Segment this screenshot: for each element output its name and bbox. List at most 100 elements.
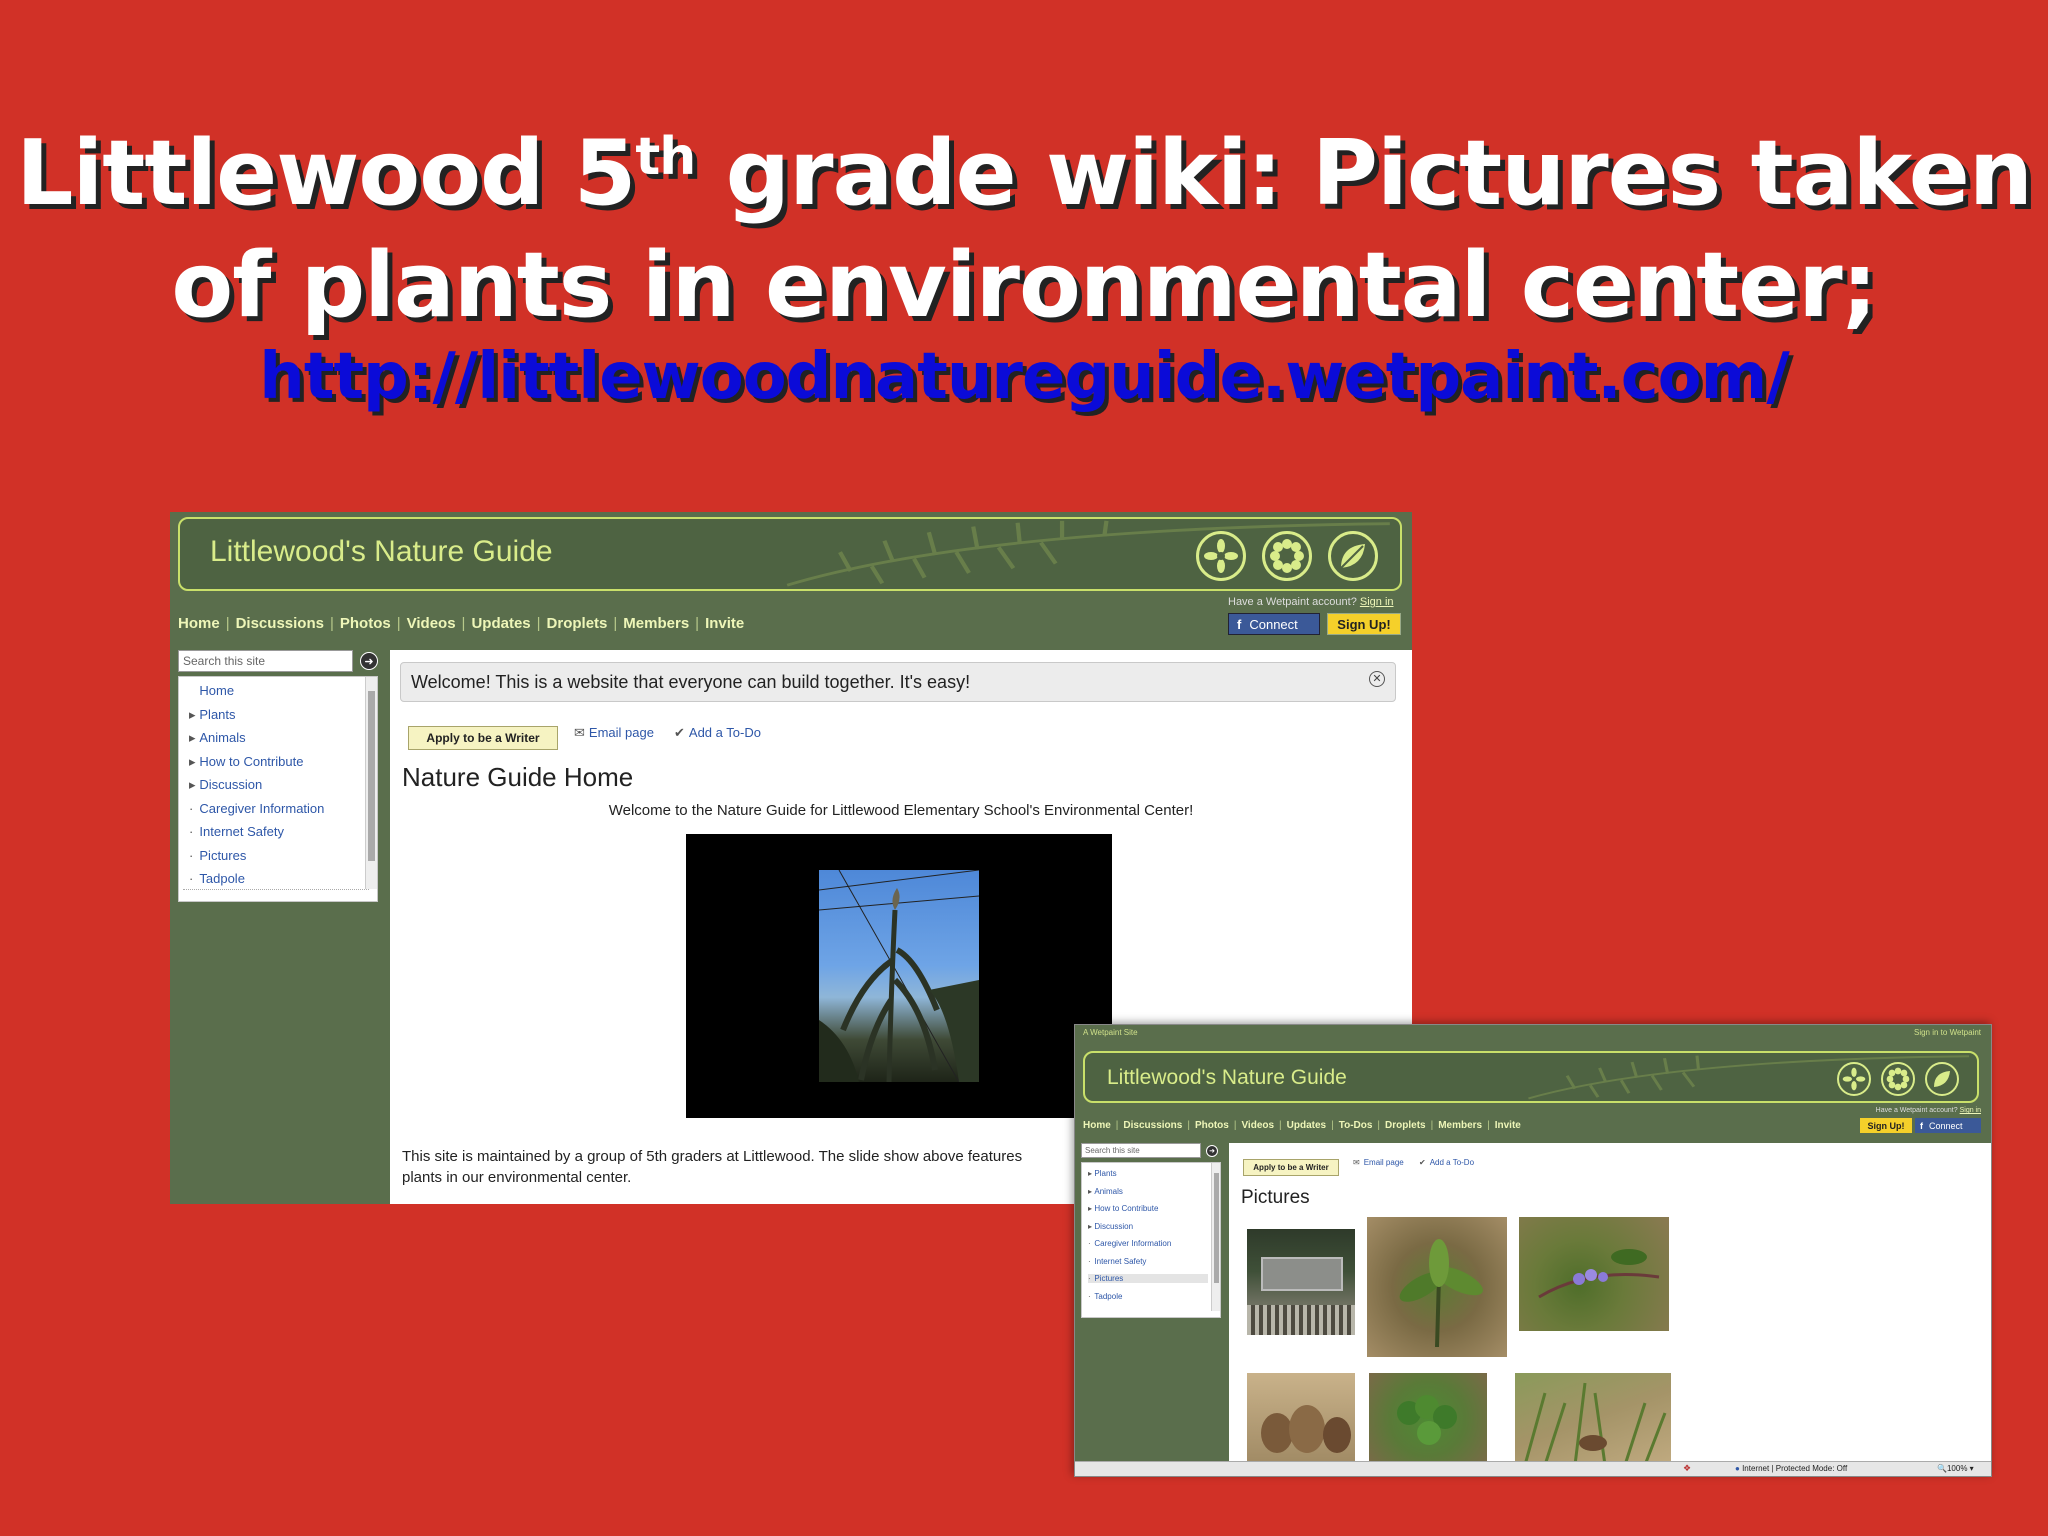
search-input[interactable]: Search this site xyxy=(178,650,353,672)
checkmark-icon: ✔ xyxy=(674,725,685,740)
page-title: Nature Guide Home xyxy=(402,762,634,792)
sign-up-button[interactable]: Sign Up! xyxy=(1327,613,1401,635)
search-go-icon[interactable]: ➜ xyxy=(360,652,378,670)
nav-droplets[interactable]: Droplets xyxy=(1385,1120,1426,1131)
photo-thumbnail-grass[interactable] xyxy=(1515,1373,1671,1465)
nav-home[interactable]: Home xyxy=(1083,1120,1111,1131)
nav-discussions[interactable]: Discussions xyxy=(236,615,324,632)
sidebar-item-animals[interactable]: ▸ Animals xyxy=(1088,1187,1123,1196)
sidebar-item-caregiver-information[interactable]: · Caregiver Information xyxy=(1088,1239,1171,1248)
security-zone[interactable]: ● Internet | Protected Mode: Off xyxy=(1735,1464,1847,1473)
scroll-thumb[interactable] xyxy=(1214,1173,1219,1283)
nav-photos[interactable]: Photos xyxy=(1195,1120,1229,1131)
sidebar-item-internet-safety[interactable]: · Internet Safety xyxy=(189,824,284,839)
flower-badge-icon xyxy=(1837,1062,1871,1096)
sign-in-link[interactable]: Sign in xyxy=(1960,1107,1981,1114)
flower-badge-icon xyxy=(1196,531,1246,581)
sidebar-scrollbar[interactable] xyxy=(365,677,377,889)
nav-videos[interactable]: Videos xyxy=(1241,1120,1274,1131)
add-todo-link[interactable]: ✔ Add a To-Do xyxy=(674,725,761,741)
sidebar-item-caregiver-information[interactable]: · Caregiver Information xyxy=(189,801,324,816)
nav-to-dos[interactable]: To-Dos xyxy=(1339,1120,1373,1131)
globe-icon: ● xyxy=(1735,1464,1740,1473)
nav-members[interactable]: Members xyxy=(623,615,689,632)
scroll-thumb[interactable] xyxy=(368,691,375,861)
main-nav: Home | Discussions | Photos | Videos | Updates | D… xyxy=(178,615,744,632)
main-nav: Home | Discussions | Photos | Videos | Updates | T… xyxy=(1083,1120,1521,1131)
site-title[interactable]: Littlewood's Nature Guide xyxy=(1107,1066,1347,1090)
sidebar-item-animals[interactable]: ▸ Animals xyxy=(189,730,246,746)
nav-invite[interactable]: Invite xyxy=(1495,1120,1521,1131)
nav-separator: | xyxy=(225,615,230,632)
sidebar-item-plants[interactable]: ▸ Plants xyxy=(189,707,236,723)
envelope-icon: ✉ xyxy=(574,725,585,740)
nav-members[interactable]: Members xyxy=(1438,1120,1482,1131)
nav-separator: | xyxy=(536,615,541,632)
photo-thumbnail-clover[interactable] xyxy=(1369,1373,1487,1465)
close-icon[interactable]: ✕ xyxy=(1369,671,1385,687)
facebook-icon: f xyxy=(1920,1120,1923,1131)
wetpaint-site-label: A Wetpaint Site xyxy=(1083,1028,1138,1037)
sidebar-item-how-to-contribute[interactable]: ▸ How to Contribute xyxy=(189,754,303,770)
sign-in-link[interactable]: Sign in xyxy=(1360,596,1394,608)
sidebar-scrollbar[interactable] xyxy=(1211,1163,1220,1311)
nav-separator: | xyxy=(1377,1120,1381,1131)
nav-droplets[interactable]: Droplets xyxy=(547,615,608,632)
photo-thumbnail-seedling[interactable] xyxy=(1367,1217,1507,1357)
sidebar-item-internet-safety[interactable]: · Internet Safety xyxy=(1088,1257,1146,1266)
bullet-icon: · xyxy=(189,824,194,839)
photo-slideshow[interactable] xyxy=(686,834,1112,1118)
sidebar-item-how-to-contribute[interactable]: ▸ How to Contribute xyxy=(1088,1204,1158,1213)
title-text-cont: grade wiki: Pictures taken xyxy=(695,121,2033,226)
apply-writer-button[interactable]: Apply to be a Writer xyxy=(1243,1159,1339,1176)
sidebar-item-discussion[interactable]: ▸ Discussion xyxy=(1088,1222,1133,1231)
footer-text: This site is maintained by a group of 5t… xyxy=(402,1148,1023,1186)
clover-image xyxy=(1397,1395,1457,1445)
sidebar-item-plants[interactable]: ▸ Plants xyxy=(1088,1169,1117,1178)
nav-updates[interactable]: Updates xyxy=(1287,1120,1326,1131)
photo-thumbnail-mushrooms[interactable] xyxy=(1247,1373,1355,1465)
site-title[interactable]: Littlewood's Nature Guide xyxy=(210,535,553,569)
photo-thumbnail-wildflower[interactable] xyxy=(1519,1217,1669,1331)
nav-home[interactable]: Home xyxy=(178,615,220,632)
intro-text: Welcome to the Nature Guide for Littlewo… xyxy=(608,802,1194,819)
nav-discussions[interactable]: Discussions xyxy=(1123,1120,1182,1131)
nav-invite[interactable]: Invite xyxy=(705,615,744,632)
sidebar-item-pictures[interactable]: · Pictures xyxy=(1088,1274,1208,1283)
photo-thumbnail-sign[interactable] xyxy=(1247,1229,1355,1335)
apply-writer-button[interactable]: Apply to be a Writer xyxy=(408,726,558,750)
add-todo-link[interactable]: ✔ Add a To-Do xyxy=(1419,1158,1474,1167)
sign-up-button[interactable]: Sign Up! xyxy=(1860,1118,1912,1133)
expand-arrow-icon: ▸ xyxy=(189,706,196,722)
page-title: Pictures xyxy=(1241,1187,1310,1208)
nav-separator: | xyxy=(613,615,618,632)
zoom-level[interactable]: 🔍100% ▾ xyxy=(1937,1464,1974,1473)
title-text: Littlewood 5 xyxy=(16,121,636,226)
facebook-connect-button[interactable]: f Connect xyxy=(1228,613,1320,635)
sidebar-item-home[interactable]: Home xyxy=(189,683,234,698)
email-page-link[interactable]: ✉ Email page xyxy=(574,725,654,741)
sidebar-item-pictures[interactable]: · Pictures xyxy=(189,848,246,863)
nav-separator: | xyxy=(1430,1120,1434,1131)
site-banner: Littlewood's Nature Guide xyxy=(1083,1051,1979,1103)
nav-updates[interactable]: Updates xyxy=(471,615,530,632)
bullet-icon: · xyxy=(189,871,194,886)
nav-separator: | xyxy=(461,615,466,632)
sidebar-resize-handle[interactable] xyxy=(183,889,369,897)
sign-in-wetpaint-link[interactable]: Sign in to Wetpaint xyxy=(1914,1028,1981,1037)
slide-url-link[interactable]: http://littlewoodnatureguide.wetpaint.co… xyxy=(0,332,2048,422)
search-go-icon[interactable]: ➜ xyxy=(1206,1145,1218,1157)
sidebar-item-discussion[interactable]: ▸ Discussion xyxy=(189,777,262,793)
facebook-icon: f xyxy=(1237,616,1242,632)
nav-separator: | xyxy=(1487,1120,1490,1131)
sidebar-item-tadpole[interactable]: · Tadpole xyxy=(1088,1292,1122,1301)
sign-image xyxy=(1261,1257,1343,1291)
sidebar-item-tadpole[interactable]: · Tadpole xyxy=(189,871,245,886)
wildflower-image xyxy=(1538,1249,1660,1299)
nav-videos[interactable]: Videos xyxy=(407,615,456,632)
search-input[interactable]: Search this site xyxy=(1081,1143,1201,1158)
nav-photos[interactable]: Photos xyxy=(340,615,391,632)
bullet-icon: · xyxy=(189,800,194,816)
facebook-connect-button[interactable]: f Connect xyxy=(1915,1118,1981,1133)
email-page-link[interactable]: ✉ Email page xyxy=(1353,1158,1404,1167)
